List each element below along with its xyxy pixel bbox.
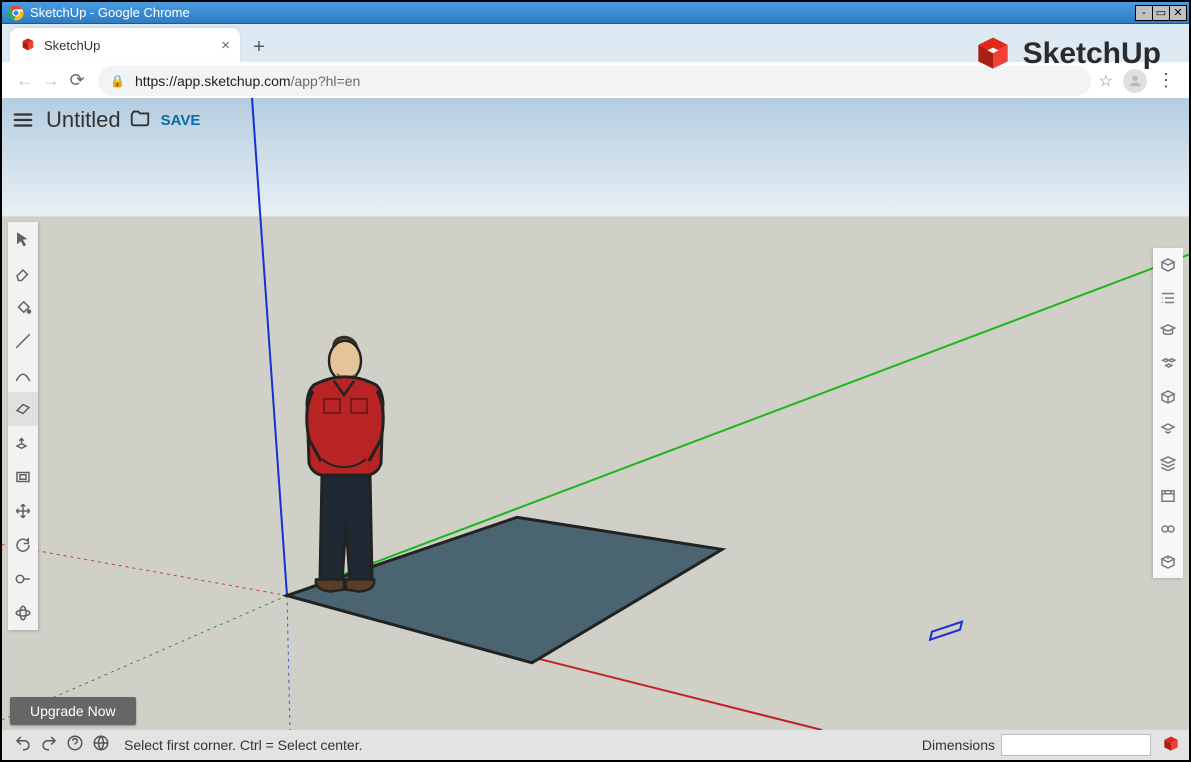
new-tab-button[interactable]: + xyxy=(244,32,274,62)
upgrade-now-button[interactable]: Upgrade Now xyxy=(10,697,136,725)
window-title: SketchUp - Google Chrome xyxy=(30,5,190,20)
3d-warehouse-button[interactable] xyxy=(1153,545,1183,578)
sketchup-badge-icon[interactable] xyxy=(1161,734,1181,757)
close-button[interactable]: ✕ xyxy=(1169,5,1187,21)
paint-bucket-tool[interactable] xyxy=(8,290,38,324)
line-tool[interactable] xyxy=(8,324,38,358)
chrome-app-icon xyxy=(8,5,24,21)
instructor-panel-button[interactable] xyxy=(1153,314,1183,347)
help-button[interactable] xyxy=(62,734,88,757)
brand-text: SketchUp xyxy=(1023,37,1161,71)
hamburger-menu-button[interactable] xyxy=(12,109,34,131)
forward-button[interactable]: → xyxy=(38,70,64,91)
rectangle-tool[interactable] xyxy=(8,392,38,426)
status-bar: Select first corner. Ctrl = Select cente… xyxy=(2,730,1189,760)
status-hint: Select first corner. Ctrl = Select cente… xyxy=(124,737,363,753)
components-panel-button[interactable] xyxy=(1153,347,1183,380)
minimize-button[interactable]: ‐ xyxy=(1135,5,1153,21)
arc-tool[interactable] xyxy=(8,358,38,392)
offset-tool[interactable] xyxy=(8,460,38,494)
open-folder-button[interactable] xyxy=(129,107,151,134)
right-panel-toolbar xyxy=(1153,248,1183,578)
app-bar: Untitled SAVE xyxy=(2,98,1189,142)
select-tool[interactable] xyxy=(8,222,38,256)
layers-panel-button[interactable] xyxy=(1153,446,1183,479)
outliner-panel-button[interactable] xyxy=(1153,281,1183,314)
undo-button[interactable] xyxy=(10,734,36,757)
browser-tab[interactable]: SketchUp × xyxy=(10,28,240,62)
sketchup-logo-icon xyxy=(971,32,1015,76)
tape-measure-tool[interactable] xyxy=(8,562,38,596)
entity-info-panel-button[interactable] xyxy=(1153,248,1183,281)
sketchup-favicon-icon xyxy=(20,37,36,53)
lock-icon: 🔒 xyxy=(110,74,125,88)
eraser-tool[interactable] xyxy=(8,256,38,290)
dimensions-label: Dimensions xyxy=(922,737,995,753)
save-button[interactable]: SAVE xyxy=(161,112,201,129)
3d-viewport[interactable] xyxy=(2,98,1189,730)
sketchup-brand: SketchUp xyxy=(971,32,1161,76)
display-panel-button[interactable] xyxy=(1153,512,1183,545)
back-button[interactable]: ← xyxy=(12,70,38,91)
maximize-button[interactable]: ▭ xyxy=(1152,5,1170,21)
materials-panel-button[interactable] xyxy=(1153,380,1183,413)
document-title[interactable]: Untitled xyxy=(46,107,121,133)
styles-panel-button[interactable] xyxy=(1153,413,1183,446)
url-path: /app?hl=en xyxy=(291,73,361,89)
dimensions-input[interactable] xyxy=(1001,734,1151,756)
os-titlebar: SketchUp - Google Chrome ‐ ▭ ✕ xyxy=(2,2,1189,24)
redo-button[interactable] xyxy=(36,734,62,757)
scenes-panel-button[interactable] xyxy=(1153,479,1183,512)
geolocation-button[interactable] xyxy=(88,734,114,757)
orbit-tool[interactable] xyxy=(8,596,38,630)
left-toolbar xyxy=(8,222,38,630)
reload-button[interactable]: ⟳ xyxy=(64,70,90,91)
window-controls: ‐ ▭ ✕ xyxy=(1136,5,1187,21)
tab-title: SketchUp xyxy=(44,38,100,53)
address-bar[interactable]: 🔒 https://app.sketchup.com/app?hl=en xyxy=(98,66,1091,96)
tab-close-icon[interactable]: × xyxy=(221,37,230,54)
rotate-tool[interactable] xyxy=(8,528,38,562)
move-tool[interactable] xyxy=(8,494,38,528)
url-host: https://app.sketchup.com xyxy=(135,73,291,89)
push-pull-tool[interactable] xyxy=(8,426,38,460)
